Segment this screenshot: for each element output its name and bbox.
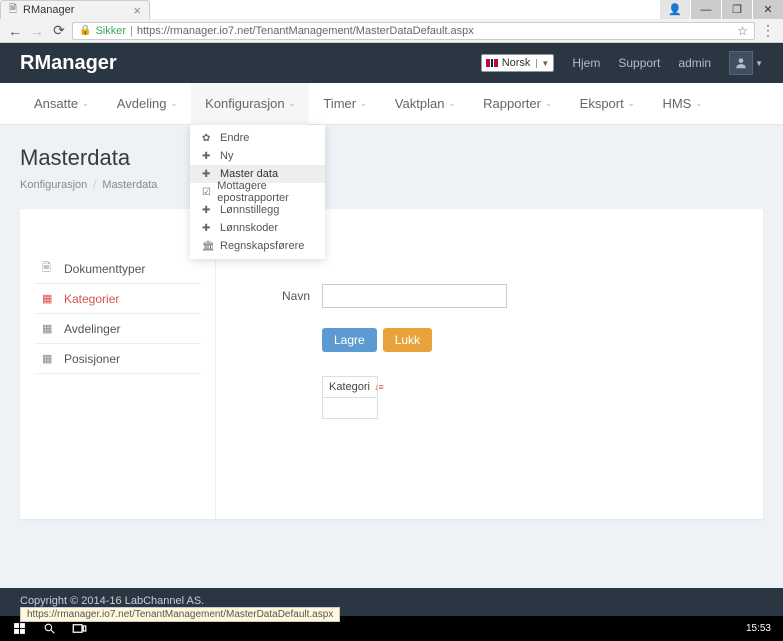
check-icon: ☑ — [202, 187, 211, 198]
grid-icon: ▦ — [42, 352, 56, 365]
lock-icon: 🔒 — [79, 25, 91, 36]
plus-icon: ✚ — [202, 205, 214, 216]
chevron-down-icon: ⌄ — [545, 99, 552, 108]
chevron-down-icon[interactable]: ▼ — [755, 59, 763, 68]
input-navn[interactable] — [322, 284, 507, 308]
table-row — [323, 398, 377, 418]
konfigurasjon-dropdown: ✿Endre ✚Ny ✚Master data ☑Mottagere epost… — [190, 125, 325, 259]
footer: Copyright © 2014-16 LabChannel AS. https… — [0, 588, 783, 616]
chevron-down-icon: ▼ — [536, 59, 549, 68]
account-icon[interactable]: 👤 — [660, 0, 690, 19]
chevron-down-icon: ⌄ — [695, 99, 702, 108]
data-table: Kategori ↓≡ — [322, 376, 378, 419]
nav-home[interactable]: Hjem — [572, 56, 600, 70]
nav-vaktplan[interactable]: Vaktplan⌄ — [381, 83, 469, 125]
chevron-down-icon: ⌄ — [360, 99, 367, 108]
grid-icon: ▦ — [42, 292, 56, 305]
sidebar-item-posisjoner[interactable]: ▦Posisjoner — [34, 344, 201, 374]
dd-endre[interactable]: ✿Endre — [190, 129, 325, 147]
plus-icon: ✚ — [202, 151, 214, 162]
save-button[interactable]: Lagre — [322, 328, 377, 352]
dd-ny[interactable]: ✚Ny — [190, 147, 325, 165]
close-button[interactable]: Lukk — [383, 328, 432, 352]
plus-icon: ✚ — [202, 223, 214, 234]
document-icon: 🗎 — [42, 259, 56, 278]
url-field[interactable]: 🔒 Sikker | https://rmanager.io7.net/Tena… — [72, 22, 755, 40]
chevron-down-icon: ⌄ — [170, 99, 177, 108]
window-controls: 👤 — ❐ ✕ — [660, 0, 783, 19]
nav-rapporter[interactable]: Rapporter⌄ — [469, 83, 566, 125]
nav-hms[interactable]: HMS⌄ — [648, 83, 716, 125]
breadcrumb-item: Masterdata — [102, 179, 157, 191]
main-panel: 🗎Dokumenttyper ▦Kategorier ▦Avdelinger ▦… — [20, 209, 763, 519]
status-bar-link: https://rmanager.io7.net/TenantManagemen… — [20, 607, 340, 622]
secure-label: Sikker — [95, 25, 126, 37]
flag-icon — [486, 59, 498, 67]
column-header-kategori[interactable]: Kategori ↓≡ — [323, 377, 377, 398]
bank-icon: 🏛 — [202, 241, 214, 252]
reload-button[interactable]: ⟳ — [50, 22, 68, 40]
content-area: Masterdata Konfigurasjon / Masterdata 🗎D… — [0, 125, 783, 588]
sort-asc-icon: ↓≡ — [374, 382, 384, 392]
minimize-button[interactable]: — — [691, 0, 721, 19]
page-icon: 🗎 — [9, 2, 17, 19]
app-header: RManager Norsk ▼ Hjem Support admin ▼ — [0, 43, 783, 83]
url-text: https://rmanager.io7.net/TenantManagemen… — [137, 25, 474, 37]
browser-tab[interactable]: 🗎 RManager × — [0, 0, 150, 19]
user-avatar-button[interactable] — [729, 51, 753, 75]
back-button[interactable]: ← — [6, 22, 24, 40]
nav-admin[interactable]: admin — [678, 56, 711, 70]
separator: | — [130, 25, 133, 37]
chevron-down-icon: ⌄ — [628, 99, 635, 108]
nav-avdeling[interactable]: Avdeling⌄ — [103, 83, 191, 125]
sidebar-item-kategorier[interactable]: ▦Kategorier — [34, 284, 201, 314]
chevron-down-icon: ⌄ — [289, 99, 296, 108]
close-icon[interactable]: × — [133, 3, 141, 18]
plus-icon: ✚ — [202, 169, 214, 180]
brand-logo[interactable]: RManager — [20, 52, 117, 75]
breadcrumb-item[interactable]: Konfigurasjon — [20, 179, 87, 191]
form-row-name: Navn — [240, 284, 739, 308]
sidebar-item-dokumenttyper[interactable]: 🗎Dokumenttyper — [34, 254, 201, 284]
browser-tab-strip: 🗎 RManager × 👤 — ❐ ✕ — [0, 0, 783, 19]
nav-timer[interactable]: Timer⌄ — [309, 83, 380, 125]
grid-icon: ▦ — [42, 322, 56, 335]
sidebar-item-avdelinger[interactable]: ▦Avdelinger — [34, 314, 201, 344]
dd-regnskap[interactable]: 🏛Regnskapsførere — [190, 237, 325, 255]
maximize-button[interactable]: ❐ — [722, 0, 752, 19]
gear-icon: ✿ — [202, 133, 214, 144]
nav-ansatte[interactable]: Ansatte⌄ — [20, 83, 103, 125]
panel-sidebar: 🗎Dokumenttyper ▦Kategorier ▦Avdelinger ▦… — [20, 209, 215, 519]
breadcrumb: Konfigurasjon / Masterdata — [20, 179, 763, 191]
nav-support[interactable]: Support — [618, 56, 660, 70]
bookmark-icon[interactable]: ☆ — [737, 24, 748, 38]
main-nav: Ansatte⌄ Avdeling⌄ Konfigurasjon⌄ Timer⌄… — [0, 83, 783, 125]
dd-mottagere[interactable]: ☑Mottagere epostrapporter — [190, 183, 325, 201]
chevron-down-icon: ⌄ — [448, 99, 455, 108]
chevron-down-icon: ⌄ — [82, 99, 89, 108]
language-selector[interactable]: Norsk ▼ — [481, 54, 555, 72]
nav-konfigurasjon[interactable]: Konfigurasjon⌄ — [191, 83, 309, 125]
dd-lonnskoder[interactable]: ✚Lønnskoder — [190, 219, 325, 237]
close-window-button[interactable]: ✕ — [753, 0, 783, 19]
label-navn: Navn — [240, 289, 310, 303]
forward-button[interactable]: → — [28, 22, 46, 40]
language-label: Norsk — [502, 57, 531, 69]
button-row: Lagre Lukk — [322, 328, 739, 352]
tab-title: RManager — [23, 4, 74, 16]
nav-eksport[interactable]: Eksport⌄ — [566, 83, 649, 125]
address-bar: ← → ⟳ 🔒 Sikker | https://rmanager.io7.ne… — [0, 19, 783, 43]
breadcrumb-separator: / — [93, 179, 96, 191]
page-title: Masterdata — [20, 145, 763, 171]
browser-menu-button[interactable]: ⋮ — [759, 22, 777, 39]
user-icon — [734, 56, 748, 70]
copyright-text: Copyright © 2014-16 LabChannel AS. — [20, 595, 204, 607]
